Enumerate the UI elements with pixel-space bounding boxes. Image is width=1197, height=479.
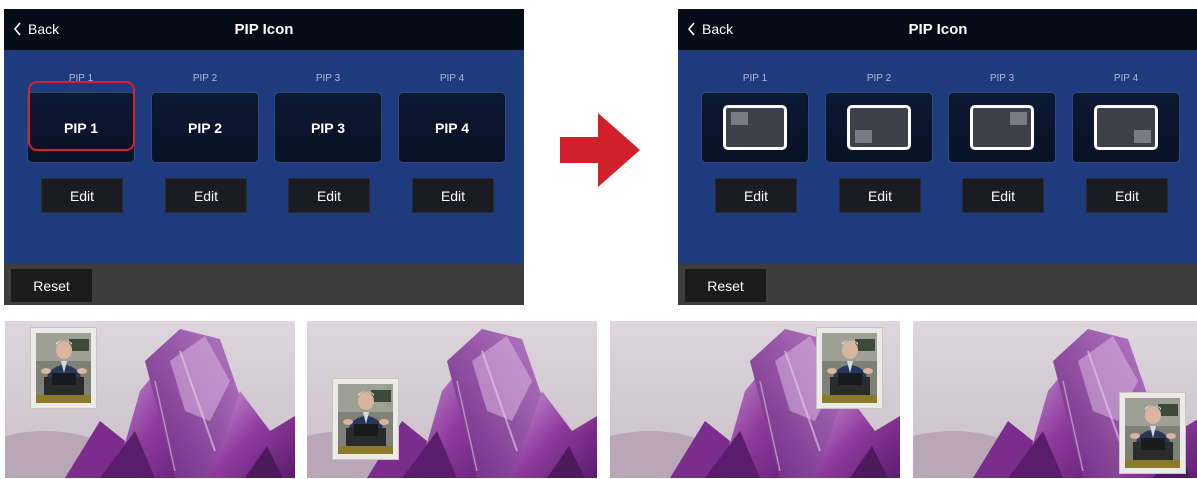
pip-bottom-left-icon bbox=[847, 105, 911, 150]
pip-column-label: PIP 1 bbox=[68, 73, 94, 84]
edit-pip-4-button[interactable]: Edit bbox=[412, 178, 494, 213]
pip-inset-frame bbox=[817, 328, 882, 408]
pip-1-button[interactable]: PIP 1 bbox=[27, 92, 135, 163]
title-bar: Back PIP Icon bbox=[678, 9, 1197, 50]
pip-column-label: PIP 3 bbox=[989, 73, 1015, 84]
right-arrow-icon bbox=[560, 113, 640, 187]
pip-4-button[interactable]: PIP 4 bbox=[398, 92, 506, 163]
title-bar: Back PIP Icon bbox=[4, 9, 524, 50]
pip-column-label: PIP 2 bbox=[866, 73, 892, 84]
pip-panel-before: Back PIP Icon PIP 1 PIP 2 PIP 3 PIP 4 PI… bbox=[4, 9, 524, 305]
bottom-bar: Reset bbox=[678, 264, 1197, 305]
pip-preview-bottom-left bbox=[307, 321, 597, 478]
pip-button-label: PIP 3 bbox=[311, 119, 345, 136]
pip-1-button[interactable] bbox=[701, 92, 809, 163]
pip-inset-frame bbox=[31, 328, 96, 408]
reset-button[interactable]: Reset bbox=[685, 269, 766, 302]
pip-preview-top-left bbox=[5, 321, 295, 478]
pip-column-label: PIP 3 bbox=[315, 73, 341, 84]
presenter-image bbox=[822, 333, 877, 403]
edit-pip-1-button[interactable]: Edit bbox=[41, 178, 123, 213]
edit-pip-2-button[interactable]: Edit bbox=[839, 178, 921, 213]
presenter-image bbox=[1125, 398, 1180, 468]
pip-3-button[interactable] bbox=[948, 92, 1056, 163]
pip-inset-frame bbox=[333, 379, 398, 459]
pip-button-label: PIP 1 bbox=[64, 119, 98, 136]
edit-pip-1-button[interactable]: Edit bbox=[715, 178, 797, 213]
edit-pip-3-button[interactable]: Edit bbox=[288, 178, 370, 213]
pip-column-label: PIP 2 bbox=[192, 73, 218, 84]
edit-pip-3-button[interactable]: Edit bbox=[962, 178, 1044, 213]
page-title: PIP Icon bbox=[234, 21, 294, 38]
pip-2-button[interactable]: PIP 2 bbox=[151, 92, 259, 163]
page-title: PIP Icon bbox=[908, 21, 968, 38]
pip-top-left-icon bbox=[723, 105, 787, 150]
edit-pip-2-button[interactable]: Edit bbox=[165, 178, 247, 213]
pip-4-button[interactable] bbox=[1072, 92, 1180, 163]
pip-3-button[interactable]: PIP 3 bbox=[274, 92, 382, 163]
pip-button-label: PIP 4 bbox=[435, 119, 469, 136]
pip-column-label: PIP 4 bbox=[1113, 73, 1139, 84]
pip-panel-after: Back PIP Icon PIP 1 PIP 2 PIP 3 PIP 4 Ed… bbox=[678, 9, 1197, 305]
pip-2-button[interactable] bbox=[825, 92, 933, 163]
pip-inset-frame bbox=[1120, 393, 1185, 473]
presenter-image bbox=[36, 333, 91, 403]
presenter-image bbox=[338, 384, 393, 454]
edit-pip-4-button[interactable]: Edit bbox=[1086, 178, 1168, 213]
pip-preview-bottom-right bbox=[913, 321, 1197, 478]
pip-column-label: PIP 1 bbox=[742, 73, 768, 84]
pip-bottom-right-icon bbox=[1094, 105, 1158, 150]
pip-top-right-icon bbox=[970, 105, 1034, 150]
pip-button-label: PIP 2 bbox=[188, 119, 222, 136]
pip-preview-top-right bbox=[610, 321, 900, 478]
reset-button[interactable]: Reset bbox=[11, 269, 92, 302]
bottom-bar: Reset bbox=[4, 264, 524, 305]
pip-column-label: PIP 4 bbox=[439, 73, 465, 84]
